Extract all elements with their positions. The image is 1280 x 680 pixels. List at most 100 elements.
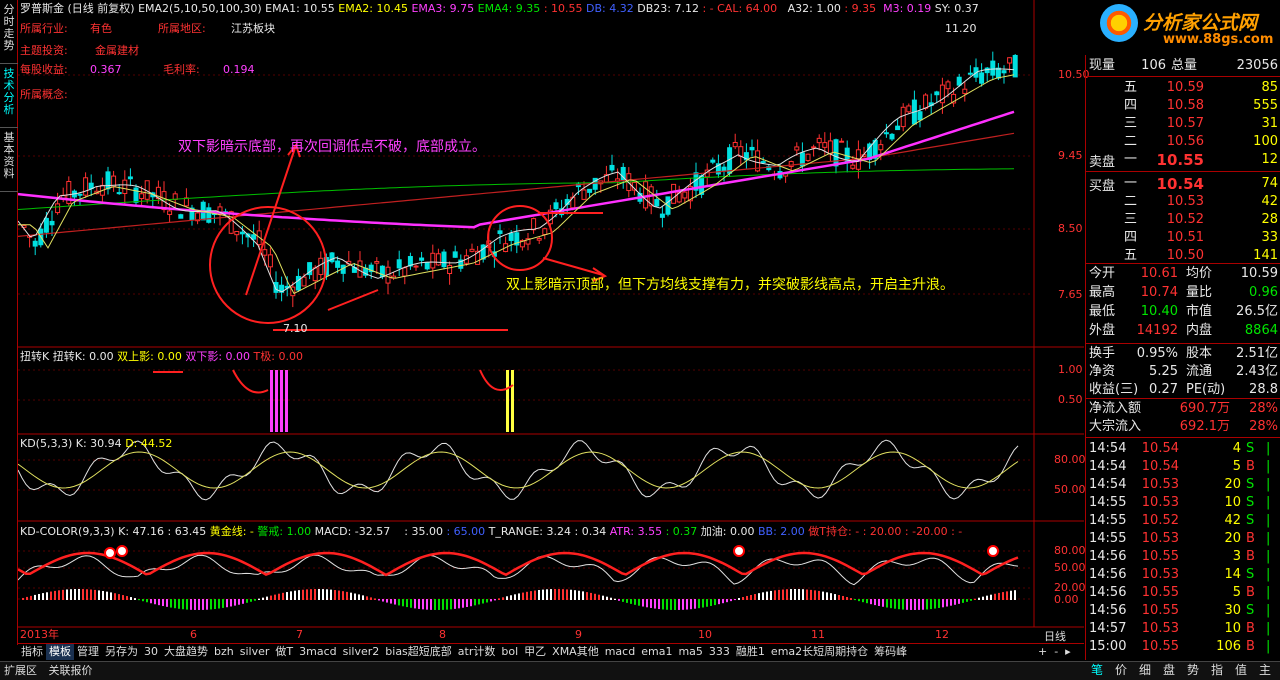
macd-bar [286,592,288,600]
macd-bar [434,599,436,610]
macd-bar [458,599,460,609]
kline-chart-area[interactable]: 罗普斯金 (日线 前复权) EMA2(5,10,50,100,30) EMA1:… [18,0,1273,641]
macd-bar [806,589,808,600]
indicator-tab[interactable]: 甲乙 [521,644,549,660]
right-tab[interactable]: 势 [1181,661,1205,679]
macd-bar [554,589,556,600]
ema-red-line [18,132,1015,237]
industry-value: 有色 [90,22,112,35]
linked-quote-button[interactable]: 关联报价 [45,664,97,677]
candle-body [587,188,593,193]
right-tab[interactable]: 盘 [1157,661,1181,679]
margin-value: 0.194 [223,63,255,76]
logo-flower-icon [1100,4,1138,42]
candle-body [206,207,212,223]
sell-label: 卖盘 [1089,155,1116,170]
indicator-tab[interactable]: 大盘趋势 [161,644,211,660]
macd-bar [106,591,108,600]
candle-body [273,282,279,293]
indicator-tab[interactable]: macd [602,644,639,660]
indicator-tab[interactable]: silver2 [340,644,383,660]
macd-bar [566,589,568,600]
macd-bar [414,599,416,609]
tick-row: 14:56 10.55 3 B | [1089,549,1271,564]
indicator-tab[interactable]: silver [237,644,273,660]
macd-bar [674,599,676,610]
macd-bar [74,589,76,600]
period-selector[interactable]: 日线 [1030,628,1080,643]
candle-body [531,218,537,231]
indicator-tab[interactable]: ema2长短周期持仓 [768,644,871,660]
macd-bar [662,599,664,610]
candle-body [122,179,128,195]
stat2-row: 换手 0.95% 股本 2.51亿 [1089,346,1278,361]
candle-body [536,237,542,241]
zoom-controls[interactable]: + - ▸ [1038,645,1071,658]
stat2-row: 收益(三) 0.27 PE(动) 28.8 [1089,382,1278,397]
indicator-tab[interactable]: 3macd [296,644,340,660]
candle-body [654,199,660,207]
flow-row: 净流入额 690.7万 28% [1089,401,1278,416]
candle-body [995,67,1001,79]
indicator-tab[interactable]: 管理 [74,644,102,660]
right-tab[interactable]: 值 [1229,661,1253,679]
candle-body [962,88,968,94]
indicator-tab[interactable]: bias超短底部 [382,644,455,660]
region-label: 所属地区: [158,22,206,35]
indicator-tab[interactable]: atr计数 [455,644,499,660]
macd-bar [98,590,100,600]
indicator-tab[interactable]: bol [498,644,521,660]
time-tick: 8 [439,628,446,641]
indicator-tab[interactable]: bzh [211,644,237,660]
sub2-tick: 50.00 [1054,483,1086,496]
candle-body [357,260,363,278]
candle-body [469,248,475,252]
ema-magenta-line [18,110,1015,229]
right-tab[interactable]: 笔 [1085,661,1109,679]
candle-body [234,230,240,236]
indicator-tab[interactable]: 筹码峰 [871,644,910,660]
tick-row: 14:57 10.53 10 B | [1089,621,1271,636]
extension-area-button[interactable]: 扩展区 [0,664,41,677]
right-tab[interactable]: 主 [1253,661,1277,679]
macd-bar [490,599,492,602]
indicator-tab[interactable]: 30 [141,644,161,660]
macd-bar [874,599,876,606]
macd-bar [918,599,920,610]
macd-bar [374,598,376,600]
macd-bar [522,592,524,600]
macd-bar [66,589,68,600]
right-tab[interactable]: 指 [1205,661,1229,679]
right-tab[interactable]: 价 [1109,661,1133,679]
candle-body [329,252,335,263]
indicator-tab[interactable]: XMA其他 [549,644,602,660]
macd-bar [738,598,740,600]
right-tab[interactable]: 细 [1133,661,1157,679]
macd-bar [214,599,216,610]
tab-fundamentals[interactable]: 基本资料 [0,128,18,192]
candle-body [441,251,447,268]
indicator-tab[interactable]: ema1 [638,644,675,660]
indicator-tab[interactable]: 融胜1 [733,644,768,660]
macd-bar [430,599,432,610]
tab-intraday[interactable]: 分时走势 [0,0,18,64]
tick-row: 14:55 10.53 20 B | [1089,531,1271,546]
macd-histogram [22,589,1016,610]
indicator-tab[interactable]: 另存为 [102,644,141,660]
macd-bar [858,599,860,602]
macd-bar [1014,590,1016,600]
macd-bar [878,599,880,606]
quote-panel: 现量 106 总量 23056 五 10.59 85 四 10.58 555 三 10.57 31 二… [1085,55,1280,660]
indicator-tab[interactable]: 模板 [46,644,74,660]
indicator-tab[interactable]: 做T [272,644,296,660]
tab-technical[interactable]: 技术分析 [0,64,18,128]
candle-body [923,94,929,109]
macd-bar [102,590,104,600]
kdcolor-d-line [18,551,1019,577]
low-price-label: 7.10 [283,322,308,335]
candle-body [139,193,145,200]
indicator-tab[interactable]: 333 [706,644,733,660]
indicator-tab[interactable]: 指标 [18,644,46,660]
kd-d-line [18,451,1019,489]
indicator-tab[interactable]: ma5 [675,644,705,660]
